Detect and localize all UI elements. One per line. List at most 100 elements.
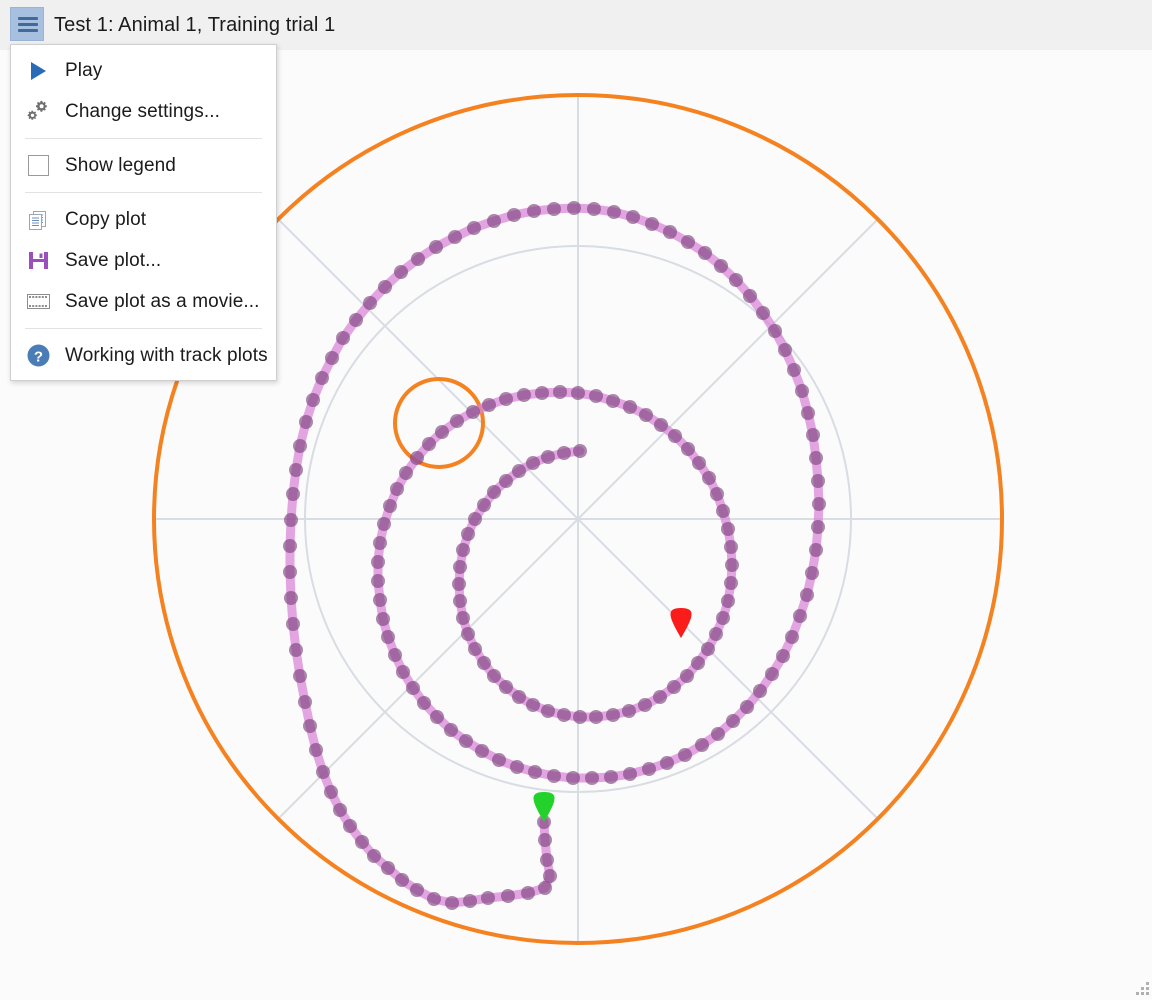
checkbox-icon[interactable] — [11, 145, 65, 186]
menu-item-show-legend[interactable]: Show legend — [11, 145, 276, 186]
track-point — [765, 667, 779, 681]
track-point — [303, 719, 317, 733]
track-point — [316, 765, 330, 779]
track-point — [541, 704, 555, 718]
menu-item-copy-plot-label: Copy plot — [65, 208, 147, 230]
track-point — [711, 727, 725, 741]
track-point — [452, 577, 466, 591]
track-point — [355, 835, 369, 849]
track-point — [538, 833, 552, 847]
menu-item-copy-plot[interactable]: Copy plot — [11, 199, 276, 240]
track-point — [411, 252, 425, 266]
track-point — [468, 512, 482, 526]
track-point — [589, 389, 603, 403]
menu-item-working-with-track-plots[interactable]: ? Working with track plots — [11, 335, 276, 376]
show-legend-checkbox[interactable] — [27, 155, 49, 176]
track-point — [453, 560, 467, 574]
track-point — [681, 442, 695, 456]
track-point — [743, 289, 757, 303]
track-point — [377, 517, 391, 531]
menu-item-save-plot-as-movie[interactable]: Save plot as a movie... — [11, 281, 276, 322]
track-point — [427, 892, 441, 906]
hamburger-menu-button[interactable] — [10, 7, 44, 41]
track-point — [417, 696, 431, 710]
track-point — [510, 760, 524, 774]
track-point — [381, 861, 395, 875]
track-point — [639, 408, 653, 422]
track-point — [724, 540, 738, 554]
track-point — [557, 446, 571, 460]
track-point — [667, 680, 681, 694]
svg-text:?: ? — [33, 348, 42, 365]
track-point — [299, 415, 313, 429]
track-point — [776, 649, 790, 663]
track-point — [589, 710, 603, 724]
floppy-disk-icon — [11, 240, 65, 281]
track-point — [463, 894, 477, 908]
track-point — [410, 883, 424, 897]
track-point — [698, 246, 712, 260]
track-point — [653, 690, 667, 704]
track-point — [626, 210, 640, 224]
track-point — [538, 881, 552, 895]
track-point — [512, 690, 526, 704]
track-point — [399, 466, 413, 480]
track-point — [289, 643, 303, 657]
track-point — [456, 611, 470, 625]
track-point — [482, 398, 496, 412]
track-point — [410, 451, 424, 465]
track-point — [487, 669, 501, 683]
track-point — [716, 611, 730, 625]
track-point — [499, 392, 513, 406]
menu-item-save-plot[interactable]: Save plot... — [11, 240, 276, 281]
track-point — [623, 400, 637, 414]
track-point — [373, 593, 387, 607]
track-point — [293, 669, 307, 683]
menu-item-change-settings[interactable]: Change settings... — [11, 91, 276, 132]
track-point — [507, 208, 521, 222]
track-point — [461, 627, 475, 641]
track-point — [654, 418, 668, 432]
track-point — [795, 384, 809, 398]
track-point — [716, 504, 730, 518]
menu-item-play-label: Play — [65, 59, 103, 81]
track-point — [284, 513, 298, 527]
track-point — [373, 536, 387, 550]
track-point — [680, 669, 694, 683]
track-point — [547, 769, 561, 783]
track-point — [567, 201, 581, 215]
track-point — [573, 444, 587, 458]
resize-grip-icon[interactable] — [1134, 982, 1150, 998]
track-point — [381, 630, 395, 644]
track-point — [461, 527, 475, 541]
menu-item-play[interactable]: Play — [11, 50, 276, 91]
track-point — [753, 684, 767, 698]
track-point — [383, 499, 397, 513]
track-point — [692, 456, 706, 470]
track-point — [453, 594, 467, 608]
track-point — [663, 225, 677, 239]
track-point — [396, 665, 410, 679]
track-point — [306, 393, 320, 407]
platform-circle — [393, 377, 485, 469]
track-point — [809, 543, 823, 557]
track-point — [543, 869, 557, 883]
track-point — [422, 437, 436, 451]
track-point — [623, 767, 637, 781]
track-point — [429, 240, 443, 254]
track-point — [468, 642, 482, 656]
track-point — [517, 388, 531, 402]
track-point — [293, 439, 307, 453]
start-marker-pin-icon — [533, 792, 555, 822]
track-point — [587, 202, 601, 216]
track-point — [681, 235, 695, 249]
track-point — [430, 710, 444, 724]
track-point — [606, 394, 620, 408]
track-point — [477, 498, 491, 512]
track-point — [466, 405, 480, 419]
track-point — [668, 429, 682, 443]
track-point — [721, 522, 735, 536]
track-point — [499, 680, 513, 694]
track-point — [806, 428, 820, 442]
track-point — [512, 464, 526, 478]
